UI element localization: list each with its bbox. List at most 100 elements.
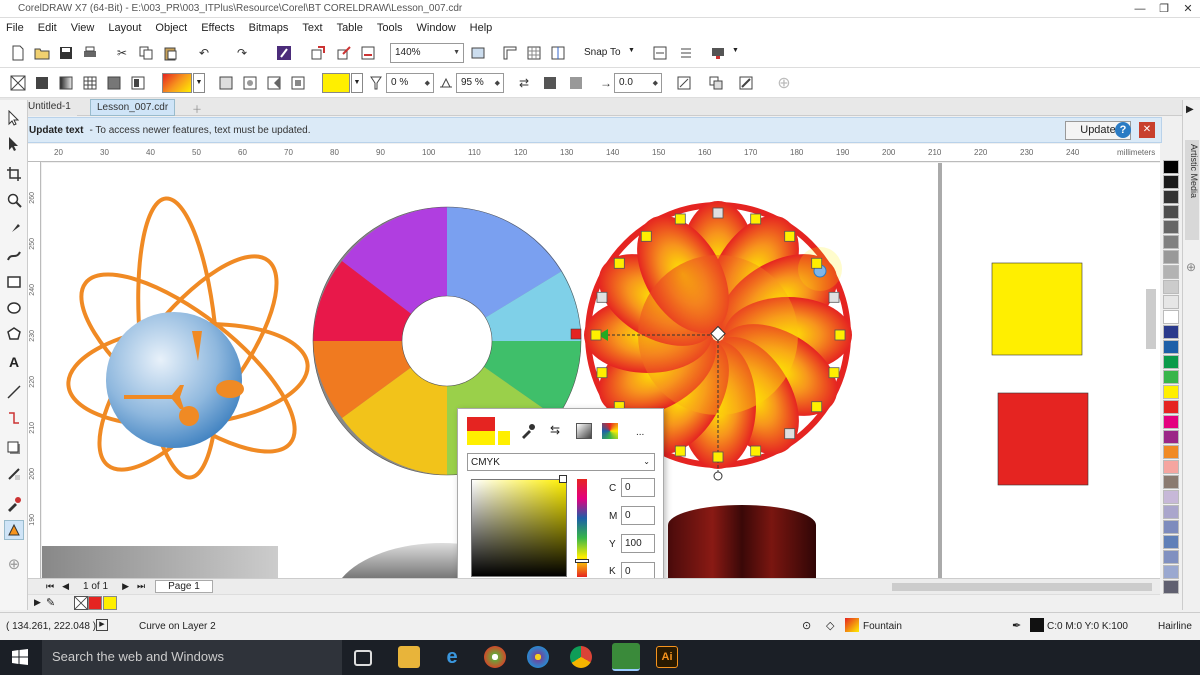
play-icon[interactable]: ▶	[96, 619, 108, 631]
zoom-level-combo[interactable]: 140% ▼	[390, 43, 464, 63]
polygon-tool-icon[interactable]	[4, 324, 24, 344]
connector-tool-icon[interactable]	[4, 408, 24, 428]
parallel-dimension-tool-icon[interactable]	[4, 382, 24, 402]
customize-toolbox-icon[interactable]: ⊕	[4, 554, 24, 574]
repeat-mirror-icon[interactable]	[540, 73, 560, 93]
eyedropper-icon[interactable]	[520, 423, 536, 439]
node-handle[interactable]	[784, 428, 796, 440]
pick-tool-icon[interactable]	[4, 108, 24, 128]
palette-swatch[interactable]	[1163, 460, 1179, 474]
hue-slider-handle[interactable]	[575, 559, 589, 563]
node-handle[interactable]	[590, 329, 602, 341]
first-page-icon[interactable]: ⏮	[46, 581, 54, 592]
acceleration-field[interactable]: 0.0 ◆	[614, 73, 662, 93]
palette-swatch[interactable]	[1163, 415, 1179, 429]
color-eyedropper-tool-icon[interactable]	[4, 494, 24, 514]
palette-swatch[interactable]	[1163, 175, 1179, 189]
texture-fill-icon[interactable]	[104, 73, 124, 93]
node-handle[interactable]	[640, 230, 652, 242]
import-icon[interactable]	[308, 43, 328, 63]
menu-layout[interactable]: Layout	[108, 22, 141, 34]
node-handle[interactable]	[828, 367, 840, 379]
transparency-tool-icon[interactable]	[4, 464, 24, 484]
menu-table[interactable]: Table	[337, 22, 363, 34]
palette-swatch[interactable]	[1163, 520, 1179, 534]
restore-button[interactable]: ❐	[1152, 0, 1176, 18]
palette-swatch[interactable]	[1163, 235, 1179, 249]
close-notification-icon[interactable]: ✕	[1139, 122, 1155, 138]
new-document-icon[interactable]	[8, 43, 28, 63]
menu-view[interactable]: View	[71, 22, 95, 34]
horizontal-ruler[interactable]: millimeters 20 30 40 50 60 70 80 90 100 110 120 130…	[40, 144, 1160, 162]
windows-start-icon[interactable]	[12, 649, 28, 665]
menu-object[interactable]: Object	[155, 22, 187, 34]
palette-swatch[interactable]	[1163, 580, 1179, 594]
launcher-dropdown-icon[interactable]: ▼	[732, 47, 739, 54]
print-icon[interactable]	[80, 43, 100, 63]
palette-swatch[interactable]	[1163, 505, 1179, 519]
taskbar-search[interactable]: Search the web and Windows	[42, 640, 342, 675]
palette-swatch[interactable]	[1163, 565, 1179, 579]
eyedropper-icon[interactable]: ✎	[46, 596, 55, 609]
menu-window[interactable]: Window	[417, 22, 456, 34]
palette-swatch[interactable]	[1163, 535, 1179, 549]
globe-shape[interactable]	[106, 312, 242, 448]
tab-lesson-007[interactable]: Lesson_007.cdr	[90, 99, 176, 116]
launcher-icon[interactable]	[708, 43, 728, 63]
task-view-icon[interactable]	[354, 650, 372, 666]
palette-view-icon[interactable]	[602, 423, 618, 439]
node-handle[interactable]	[834, 329, 846, 341]
palette-swatch[interactable]	[1163, 355, 1179, 369]
more-options-icon[interactable]: ...	[636, 427, 644, 438]
yellow-swatch[interactable]	[103, 596, 117, 610]
add-icon[interactable]: ⊕	[774, 73, 794, 93]
menu-file[interactable]: File	[6, 22, 24, 34]
corel-capture-icon[interactable]	[527, 646, 549, 668]
node-handle[interactable]	[712, 207, 724, 219]
save-icon[interactable]	[56, 43, 76, 63]
reverse-fill-icon[interactable]: ⇄	[514, 73, 534, 93]
node-handle[interactable]	[811, 257, 823, 269]
export-icon[interactable]	[334, 43, 354, 63]
smooth-blend-icon[interactable]	[566, 73, 586, 93]
copy-fill-icon[interactable]	[706, 73, 726, 93]
node-handle[interactable]	[828, 291, 840, 303]
menu-edit[interactable]: Edit	[38, 22, 57, 34]
palette-swatch[interactable]	[1163, 370, 1179, 384]
chrome-icon[interactable]	[570, 646, 592, 668]
vertical-ruler[interactable]: 260 250 240 230 220 210 200 190	[28, 162, 41, 578]
search-content-icon[interactable]	[274, 43, 294, 63]
node-handle[interactable]	[674, 213, 686, 225]
previous-page-icon[interactable]: ◀	[62, 581, 69, 592]
palette-swatch[interactable]	[1163, 430, 1179, 444]
menu-text[interactable]: Text	[302, 22, 322, 34]
palette-swatch[interactable]	[1163, 475, 1179, 489]
cyan-input[interactable]: 0	[621, 478, 655, 497]
show-rulers-icon[interactable]	[500, 43, 520, 63]
crop-tool-icon[interactable]	[4, 164, 24, 184]
rectangle-tool-icon[interactable]	[4, 272, 24, 292]
freehand-tool-icon[interactable]	[4, 220, 24, 240]
node-handle[interactable]	[750, 445, 762, 457]
copy-icon[interactable]	[136, 43, 156, 63]
palette-swatch[interactable]	[1163, 385, 1179, 399]
palette-options-icon[interactable]: ▶	[34, 597, 41, 608]
node-handle[interactable]	[596, 291, 608, 303]
docker-arrow-icon[interactable]: ▶	[1186, 104, 1194, 115]
minimize-button[interactable]: —	[1128, 0, 1152, 18]
menu-help[interactable]: Help	[470, 22, 493, 34]
uniform-fill-icon[interactable]	[32, 73, 52, 93]
palette-swatch[interactable]	[1163, 325, 1179, 339]
pattern-fill-icon[interactable]	[80, 73, 100, 93]
node-handle[interactable]	[674, 445, 686, 457]
palette-swatch[interactable]	[1163, 550, 1179, 564]
node-handle[interactable]	[613, 257, 625, 269]
vertical-scrollbar[interactable]	[1146, 289, 1156, 349]
red-square[interactable]	[997, 392, 1089, 486]
sliders-icon[interactable]: ⇆	[550, 423, 566, 439]
page-1-tab[interactable]: Page 1	[155, 580, 213, 593]
redo-icon[interactable]: ↷	[232, 43, 252, 63]
palette-swatch[interactable]	[1163, 400, 1179, 414]
red-swatch[interactable]	[88, 596, 102, 610]
node-handle[interactable]	[712, 451, 724, 463]
